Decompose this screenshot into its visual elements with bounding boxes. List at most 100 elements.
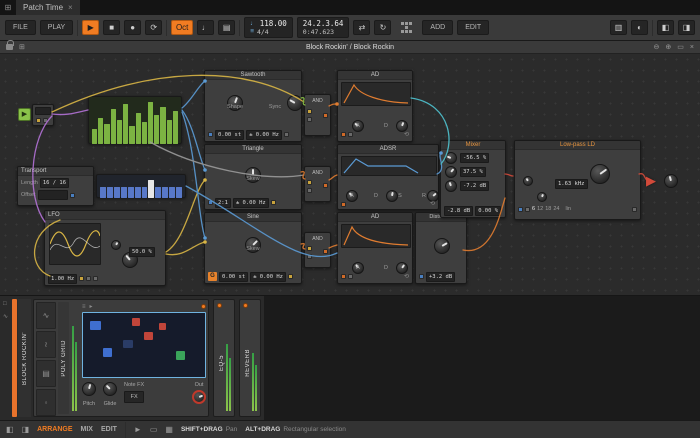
- drive-knob[interactable]: [434, 238, 450, 254]
- port[interactable]: [307, 188, 312, 193]
- mixer-knob-1[interactable]: [445, 152, 457, 164]
- mixer-value-3[interactable]: -7.2 dB: [460, 181, 489, 191]
- port[interactable]: [271, 200, 276, 205]
- position-display[interactable]: 24.2.3.64 0:47.623: [297, 17, 350, 38]
- panel-icon[interactable]: ∿: [3, 314, 8, 320]
- module-transport[interactable]: Transport Length 16 / 16 Offset: [17, 166, 94, 206]
- port[interactable]: [348, 132, 353, 137]
- module-mixer[interactable]: Mixer -56.5 % 37.5 % -7.2 dB -2.8 dB 0.0…: [440, 140, 506, 218]
- module-distortion[interactable]: Distortion +3.2 dB: [415, 212, 467, 284]
- mixer-value-2[interactable]: 37.5 %: [460, 167, 486, 177]
- port[interactable]: [307, 117, 312, 122]
- mode-label[interactable]: lin: [565, 206, 571, 213]
- track-header[interactable]: BLOCK ROCKIN': [18, 299, 31, 417]
- poly-grid-pattern-display[interactable]: [82, 312, 206, 378]
- port[interactable]: [525, 207, 530, 212]
- grid-canvas[interactable]: ▶ Transport Length 16 / 16 Offset: [0, 54, 700, 295]
- track-color-strip[interactable]: [12, 299, 17, 417]
- loop-icon[interactable]: ⟲: [404, 132, 409, 138]
- lock-icon[interactable]: [6, 44, 13, 50]
- in-port[interactable]: [518, 207, 523, 212]
- port[interactable]: [307, 254, 312, 259]
- device-expand-icon[interactable]: ▸: [90, 304, 93, 310]
- device-name-strip[interactable]: POLY GRID: [58, 302, 69, 414]
- mixer-value-4[interactable]: -2.8 dB: [444, 206, 473, 216]
- edit-button[interactable]: EDIT: [457, 20, 489, 35]
- transport-record-button[interactable]: ●: [124, 20, 141, 35]
- timesig-value[interactable]: 4/4: [257, 29, 269, 36]
- loop-icon[interactable]: ⟲: [404, 274, 409, 280]
- out-port[interactable]: [632, 207, 637, 212]
- port[interactable]: [284, 132, 289, 137]
- module-and-3[interactable]: AND: [304, 232, 331, 268]
- out-knob[interactable]: [192, 390, 206, 404]
- cutoff-knob[interactable]: [590, 164, 610, 184]
- device-power-button[interactable]: [243, 303, 248, 308]
- audio-out-arrow-icon[interactable]: ▶: [646, 174, 656, 187]
- panel-left-icon[interactable]: ◧: [6, 425, 14, 434]
- loop-icon[interactable]: ⟲: [430, 201, 435, 207]
- out-port[interactable]: [323, 249, 328, 254]
- port[interactable]: [307, 109, 312, 114]
- fm-value[interactable]: ± 0.00 Hz: [246, 130, 282, 140]
- module-lowpass-ld[interactable]: Low-pass LD 1.63 kHz 6 12 18 24 lin: [514, 140, 641, 220]
- adsr-envelope-display[interactable]: [341, 156, 437, 176]
- zoom-in-icon[interactable]: ⊕: [665, 43, 671, 51]
- panel-icon[interactable]: □: [3, 301, 7, 307]
- pitch-seq-bars[interactable]: [91, 99, 179, 145]
- mixer-value-5[interactable]: 0.00 %: [475, 206, 501, 216]
- gate-port[interactable]: [341, 202, 346, 207]
- oct-button[interactable]: Oct: [171, 20, 193, 35]
- mix-view-button[interactable]: MIX: [81, 426, 93, 433]
- device-power-button[interactable]: [201, 304, 206, 309]
- arrange-view-button[interactable]: ARRANGE: [37, 426, 72, 433]
- step-seq-bars[interactable]: [99, 177, 183, 199]
- fx-slot-button[interactable]: FX: [124, 391, 144, 403]
- modulator-slot[interactable]: ◦: [36, 389, 56, 416]
- module-and-1[interactable]: AND: [304, 94, 331, 136]
- metronome-button[interactable]: ♩: [197, 20, 214, 35]
- tempo-display[interactable]: ♩118.00 ≡4/4: [244, 17, 293, 38]
- project-tab[interactable]: Patch Time ×: [16, 0, 80, 15]
- modulator-slot[interactable]: ∿: [36, 302, 56, 329]
- out-port[interactable]: [323, 183, 328, 188]
- grid-tool-icon[interactable]: ▦: [165, 425, 173, 434]
- offset-value[interactable]: [38, 190, 68, 200]
- device-reverb[interactable]: REVERB: [239, 299, 261, 417]
- out-port[interactable]: [323, 113, 328, 118]
- pitch-offset-value[interactable]: 0.00 st: [219, 272, 248, 282]
- file-button[interactable]: FILE: [5, 20, 36, 35]
- lfo-waveform-display[interactable]: [49, 223, 101, 265]
- ratio-value[interactable]: 2:1: [215, 198, 231, 208]
- module-adsr[interactable]: ADSR A D S R ⟲: [337, 144, 439, 210]
- device-power-button[interactable]: [217, 303, 222, 308]
- close-tab-icon[interactable]: ×: [68, 3, 73, 12]
- slope-12[interactable]: 12: [537, 206, 543, 213]
- fm-value[interactable]: ± 0.00 Hz: [233, 198, 269, 208]
- module-pitch-sequencer[interactable]: [88, 96, 182, 144]
- drive-knob[interactable]: [523, 176, 533, 186]
- close-editor-icon[interactable]: ×: [690, 44, 694, 51]
- punch-button[interactable]: ▤: [218, 20, 235, 35]
- selection-tool-icon[interactable]: ▭: [150, 425, 158, 434]
- toggle-bottom-panel-button[interactable]: ◨: [678, 20, 695, 35]
- device-eq5[interactable]: EQ-5: [213, 299, 235, 417]
- port[interactable]: [70, 193, 75, 198]
- pitch-port[interactable]: [208, 200, 213, 205]
- toggle-left-panel-button[interactable]: ◧: [657, 20, 674, 35]
- follow-button[interactable]: ⇄: [353, 20, 370, 35]
- add-button[interactable]: ADD: [422, 20, 453, 35]
- port[interactable]: [307, 180, 312, 185]
- lfo-depth-value[interactable]: 50.0 %: [129, 247, 155, 257]
- ad-envelope-display[interactable]: [341, 224, 411, 248]
- cutoff-value[interactable]: 1.63 kHz: [555, 179, 588, 189]
- module-and-2[interactable]: AND: [304, 166, 331, 202]
- slope-18[interactable]: 18: [545, 206, 551, 213]
- resonance-knob[interactable]: [537, 192, 547, 202]
- apps-icon[interactable]: ⊞: [0, 0, 16, 15]
- glide-knob[interactable]: [103, 382, 117, 396]
- ad-envelope-display[interactable]: [341, 82, 411, 106]
- io-button[interactable]: ▥: [610, 20, 627, 35]
- gate-port[interactable]: [341, 132, 346, 137]
- device-menu-icon[interactable]: ≡: [82, 304, 86, 310]
